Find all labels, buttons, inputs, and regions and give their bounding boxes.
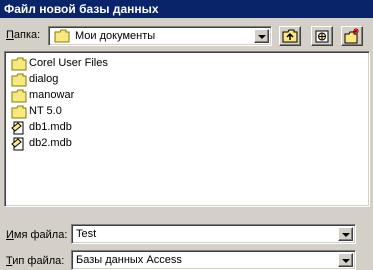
list-item-label: db1.mdb — [29, 121, 72, 133]
chevron-down-icon — [342, 233, 350, 237]
title-bar: Файл новой базы данных — [0, 0, 373, 18]
chevron-down-icon — [258, 35, 266, 39]
list-item-label: dialog — [29, 73, 59, 85]
up-one-level-button[interactable] — [279, 26, 301, 46]
folder-label: Папка: — [6, 29, 41, 41]
filetype-label: Тип файла: — [6, 255, 65, 267]
list-item-label: manowar — [29, 89, 75, 101]
file-list[interactable]: Corel User Files dialog manowar NT 5.0 d… — [4, 51, 370, 207]
search-web-button[interactable] — [311, 26, 333, 46]
folder-icon — [11, 89, 27, 103]
folder-dropdown-button[interactable] — [254, 29, 269, 43]
filename-input[interactable]: Test — [76, 228, 96, 240]
list-item-label: Corel User Files — [29, 57, 108, 69]
folder-combobox[interactable]: Мои документы — [48, 26, 272, 46]
folder-icon — [11, 73, 27, 87]
filename-combobox[interactable]: Test — [71, 224, 356, 244]
window-title: Файл новой базы данных — [4, 2, 159, 16]
globe-icon — [315, 30, 329, 43]
access-db-icon — [11, 121, 24, 135]
access-db-icon — [11, 137, 24, 151]
list-item-label: NT 5.0 — [29, 105, 62, 117]
up-folder-icon — [282, 29, 298, 43]
filename-dropdown-button[interactable] — [338, 227, 353, 241]
filename-label: Имя файла: — [6, 229, 68, 241]
folder-icon — [11, 57, 27, 71]
folder-icon — [54, 29, 70, 46]
filetype-select[interactable]: Базы данных Access — [71, 250, 356, 270]
create-new-folder-button[interactable] — [341, 26, 363, 46]
filetype-value: Базы данных Access — [76, 254, 182, 266]
folder-icon — [11, 105, 27, 119]
list-item-label: db2.mdb — [29, 137, 72, 149]
folder-value: Мои документы — [75, 30, 156, 42]
chevron-down-icon — [342, 259, 350, 263]
new-folder-icon — [344, 28, 359, 44]
